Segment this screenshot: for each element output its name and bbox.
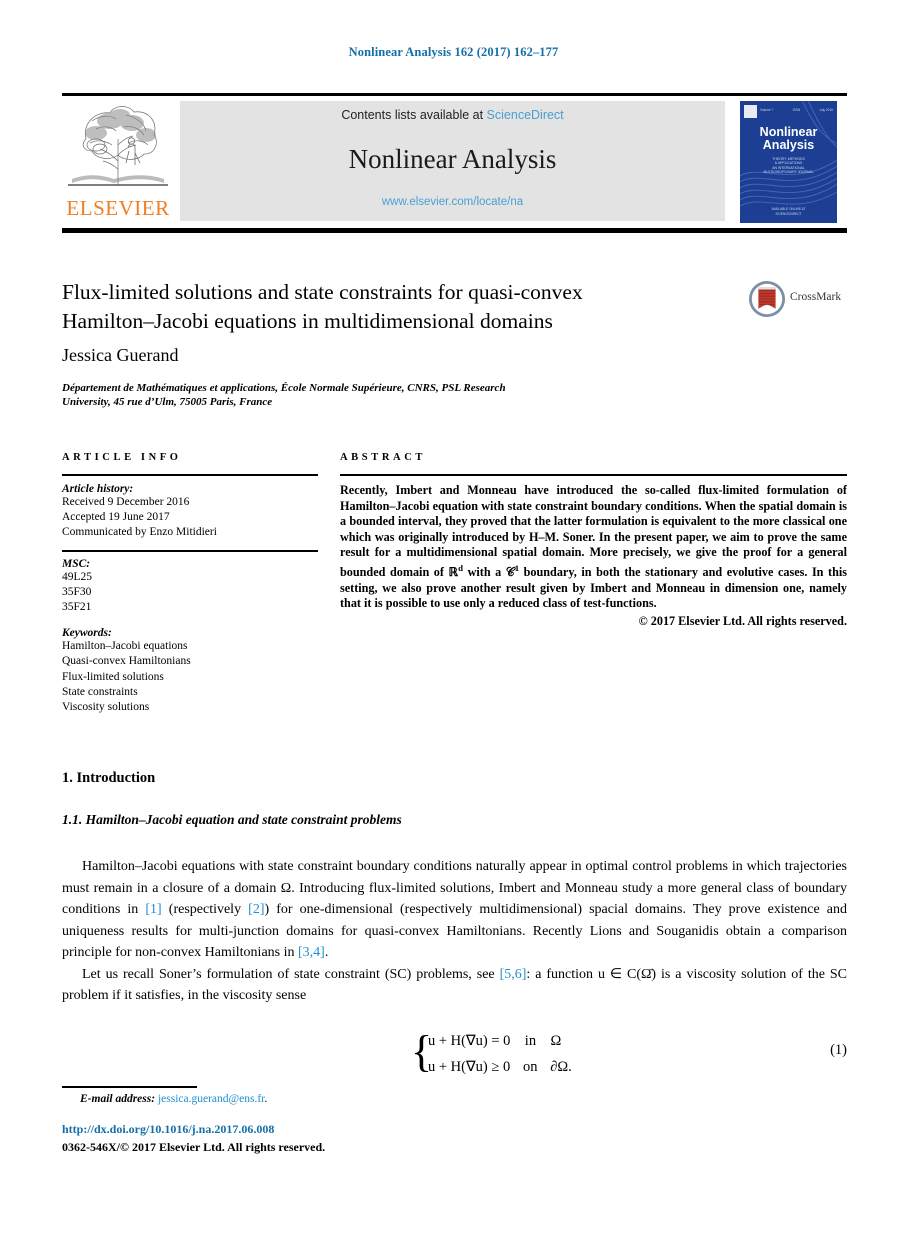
abstract-part-2: with a 𝒞 xyxy=(463,565,515,580)
journal-cover-thumbnail: Volume 7 ISSN July 2016 Nonlinear Analys… xyxy=(730,99,847,225)
cover-top-right: July 2016 xyxy=(819,108,833,112)
section-heading-introduction: 1. Introduction xyxy=(62,770,156,786)
keyword-item: Flux-limited solutions xyxy=(62,670,164,683)
para2-text-a: Let us recall Soner’s formulation of sta… xyxy=(82,966,500,982)
cover-top-row: Volume 7 ISSN July 2016 xyxy=(744,105,833,118)
info-rule-top xyxy=(62,474,318,476)
elsevier-logo: ELSEVIER xyxy=(62,99,174,223)
email-label: E-mail address: xyxy=(80,1093,156,1105)
eq1-op: in xyxy=(524,1033,537,1049)
article-info-heading: ARTICLE INFO xyxy=(62,452,182,463)
abstract-rule xyxy=(340,474,847,476)
journal-masthead: ELSEVIER Contents lists available at Sci… xyxy=(62,99,847,225)
sciencedirect-link[interactable]: ScienceDirect xyxy=(487,108,564,122)
msc-item: 49L25 xyxy=(62,570,93,583)
keywords-label: Keywords: xyxy=(62,627,112,640)
crossmark-icon xyxy=(748,280,786,318)
eq2-op: on xyxy=(522,1059,538,1075)
contents-available-line: Contents lists available at ScienceDirec… xyxy=(180,108,725,122)
affiliation-line-2: University, 45 rue d’Ulm, 75005 Paris, F… xyxy=(62,396,273,408)
keyword-item: Quasi-convex Hamiltonians xyxy=(62,655,191,668)
info-rule-middle xyxy=(62,549,318,552)
equation-line-1: u + H(∇u) = 0 in Ω xyxy=(428,1028,572,1054)
cover-title-line2: Analysis xyxy=(762,138,815,152)
eq1-lhs: u + H(∇u) = 0 xyxy=(428,1033,511,1049)
abstract-heading: ABSTRACT xyxy=(340,452,426,463)
history-item: Received 9 December 2016 xyxy=(62,496,190,508)
abstract-copyright: © 2017 Elsevier Ltd. All rights reserved… xyxy=(638,613,847,628)
title-line-1: Flux-limited solutions and state constra… xyxy=(62,280,583,304)
para1-text-b: (respectively xyxy=(161,902,249,917)
cover-title: Nonlinear Analysis xyxy=(740,126,837,152)
msc-item: 35F30 xyxy=(62,585,92,598)
journal-name: Nonlinear Analysis xyxy=(348,144,557,174)
citation-ref-1[interactable]: [1] xyxy=(145,902,161,917)
doi-link[interactable]: http://dx.doi.org/10.1016/j.na.2017.06.0… xyxy=(62,1122,274,1137)
email-link[interactable]: jessica.guerand@ens.fr xyxy=(158,1093,264,1105)
cover-top-mid: ISSN xyxy=(792,108,801,112)
article-info-column: ARTICLE INFO Article history: Received 9… xyxy=(62,452,318,715)
paragraph-1: Hamilton–Jacobi equations with state con… xyxy=(62,856,847,964)
footnote-rule xyxy=(62,1086,197,1088)
journal-band: Contents lists available at ScienceDirec… xyxy=(180,101,725,221)
crossmark-label: CrossMark xyxy=(790,291,842,303)
body-paragraphs: Hamilton–Jacobi equations with state con… xyxy=(62,856,847,1007)
paragraph-2: Let us recall Soner’s formulation of sta… xyxy=(62,964,847,1007)
eq2-rhs: ∂Ω. xyxy=(550,1059,572,1075)
cover-top-left: Volume 7 xyxy=(760,108,774,112)
masthead-bottom-rule xyxy=(62,228,847,233)
article-history-list: Received 9 December 2016 Accepted 19 Jun… xyxy=(62,495,318,541)
keyword-item: Viscosity solutions xyxy=(62,701,150,714)
elsevier-tree-icon xyxy=(68,106,168,186)
keyword-item: Hamilton–Jacobi equations xyxy=(62,640,188,653)
msc-list: 49L25 35F30 35F21 xyxy=(62,570,318,616)
contents-prefix: Contents lists available at xyxy=(341,108,487,122)
page-title: Flux-limited solutions and state constra… xyxy=(62,278,702,336)
subsection-heading: 1.1. Hamilton–Jacobi equation and state … xyxy=(62,812,402,827)
equation-lines: u + H(∇u) = 0 in Ω u + H(∇u) ≥ 0 on ∂Ω. xyxy=(428,1028,572,1080)
eq1-rhs: Ω xyxy=(550,1033,562,1049)
equation-block: { u + H(∇u) = 0 in Ω u + H(∇u) ≥ 0 on ∂Ω. (1… xyxy=(62,1027,847,1082)
cover-publisher-badge xyxy=(744,105,757,118)
history-item: Communicated by Enzo Mitidieri xyxy=(62,526,217,539)
cover-subtitle: THEORY, METHODS & APPLICATIONS AN INTERN… xyxy=(763,157,814,175)
masthead-top-rule xyxy=(62,93,847,96)
cover-footer-text: AVAILABLE ONLINE AT SCIENCEDIRECT xyxy=(771,207,806,216)
history-item: Accepted 19 June 2017 xyxy=(62,511,170,524)
abstract-column: ABSTRACT Recently, Imbert and Monneau ha… xyxy=(340,452,847,629)
crossmark-badge[interactable]: CrossMark xyxy=(748,280,848,320)
author-name: Jessica Guerand xyxy=(62,345,179,365)
citation-ref-5-6[interactable]: [5,6] xyxy=(500,967,527,982)
article-page: Nonlinear Analysis 162 (2017) 162–177 EL… xyxy=(0,0,907,1238)
para1-text-d: . xyxy=(324,945,329,960)
article-history-label: Article history: xyxy=(62,483,134,495)
eq2-lhs: u + H(∇u) ≥ 0 xyxy=(428,1059,511,1075)
equation-number: (1) xyxy=(830,1042,847,1058)
affiliation-line-1: Département de Mathématiques et applicat… xyxy=(62,382,506,394)
keyword-item: State constraints xyxy=(62,685,138,698)
issn-copyright-line: 0362-546X/© 2017 Elsevier Ltd. All right… xyxy=(62,1140,326,1154)
elsevier-wordmark: ELSEVIER xyxy=(66,196,170,220)
citation-ref-3-4[interactable]: [3,4] xyxy=(298,945,325,960)
footnote-email: E-mail address: jessica.guerand@ens.fr. xyxy=(80,1093,267,1105)
equation-line-2: u + H(∇u) ≥ 0 on ∂Ω. xyxy=(428,1054,572,1080)
title-line-2: Hamilton–Jacobi equations in multidimens… xyxy=(62,309,553,333)
citation-ref-2[interactable]: [2] xyxy=(248,902,264,917)
abstract-text: Recently, Imbert and Monneau have introd… xyxy=(340,483,847,612)
running-head: Nonlinear Analysis 162 (2017) 162–177 xyxy=(348,45,559,59)
author-affiliation: Département de Mathématiques et applicat… xyxy=(62,381,762,409)
msc-label: MSC: xyxy=(62,557,91,570)
keywords-list: Hamilton–Jacobi equations Quasi-convex H… xyxy=(62,639,318,715)
msc-item: 35F21 xyxy=(62,601,92,614)
email-period: . xyxy=(264,1093,268,1105)
journal-url-link[interactable]: www.elsevier.com/locate/na xyxy=(180,196,725,208)
